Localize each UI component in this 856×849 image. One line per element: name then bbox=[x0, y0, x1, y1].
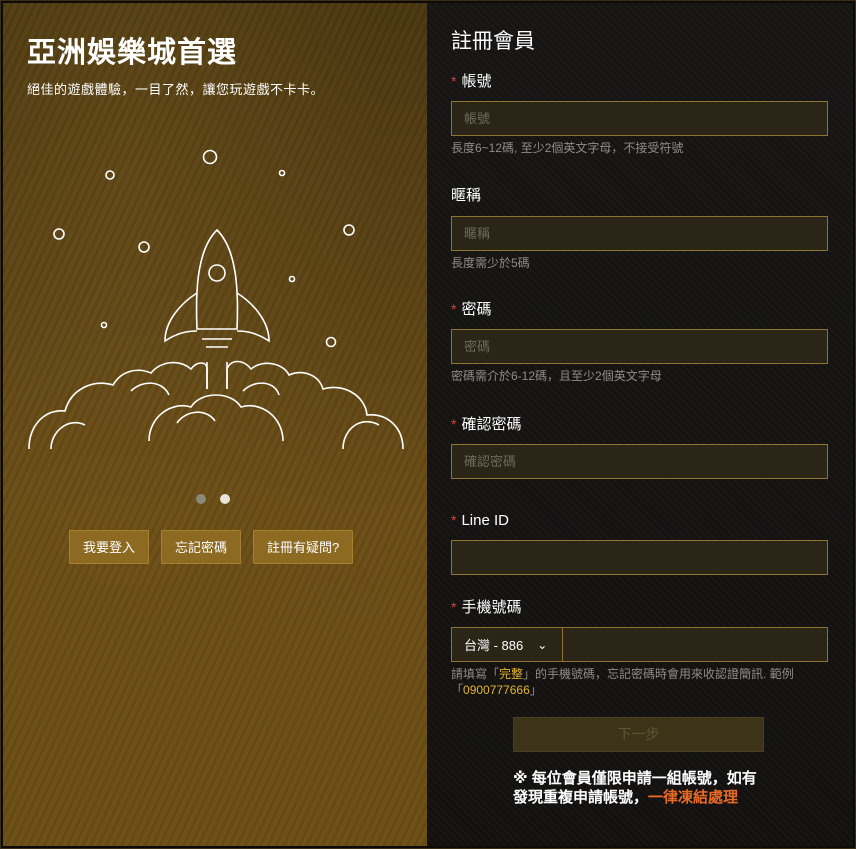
promo-subtitle: 絕佳的遊戲體驗，一目了然，讓您玩遊戲不卡卡。 bbox=[27, 82, 325, 97]
star-icon bbox=[53, 228, 65, 240]
registration-notice: ※ 每位會員僅限申請一組帳號，如有發現重複申請帳號，一律凍結處理 bbox=[513, 770, 757, 806]
star-icon bbox=[343, 224, 355, 236]
nickname-input[interactable] bbox=[451, 216, 828, 251]
password-label: 密碼 bbox=[461, 301, 492, 318]
account-label: 帳號 bbox=[461, 73, 492, 90]
phone-input[interactable] bbox=[563, 627, 828, 662]
country-code-value: 台灣 - 886 bbox=[464, 638, 524, 653]
account-hint: 長度6~12碼, 至少2個英文字母，不接受符號 bbox=[451, 141, 684, 155]
password-field: * 密碼 密碼需介於6-12碼，且至少2個英文字母 bbox=[451, 299, 828, 384]
phone-label: 手機號碼 bbox=[461, 599, 522, 616]
auth-links: 我要登入 忘記密碼 註冊有疑問? bbox=[69, 530, 354, 564]
star-icon bbox=[100, 321, 108, 329]
star-icon bbox=[288, 275, 296, 283]
nickname-field: 暱稱 長度需少於5碼 bbox=[451, 186, 828, 271]
carousel-indicators bbox=[196, 494, 230, 504]
required-mark: * bbox=[451, 599, 457, 615]
confirm-password-input[interactable] bbox=[451, 444, 828, 479]
confirm-password-label: 確認密碼 bbox=[461, 416, 522, 433]
nickname-label: 暱稱 bbox=[451, 187, 482, 204]
line-id-input[interactable] bbox=[451, 540, 828, 575]
promo-title: 亞洲娛樂城首選 bbox=[27, 37, 238, 69]
promo-panel: 亞洲娛樂城首選 絕佳的遊戲體驗，一目了然，讓您玩遊戲不卡卡。 我要登入 忘記密碼… bbox=[3, 3, 427, 846]
password-hint: 密碼需介於6-12碼，且至少2個英文字母 bbox=[451, 369, 662, 383]
phone-hint-emphasis: 完整 bbox=[499, 667, 524, 681]
country-code-select[interactable]: 台灣 - 886 ⌄ bbox=[451, 627, 563, 662]
freeze-warning: 一律凍結處理 bbox=[648, 789, 739, 806]
line-id-label: Line ID bbox=[461, 512, 509, 529]
nickname-hint: 長度需少於5碼 bbox=[451, 256, 530, 270]
phone-hint: 請填寫「完整」的手機號碼，忘記密碼時會用來收認證簡訊. 範例「090077766… bbox=[451, 667, 794, 697]
carousel-dot-active[interactable] bbox=[220, 494, 230, 504]
register-form-panel: 註冊會員 *帳號 長度6~12碼, 至少2個英文字母，不接受符號 暱稱 長度需少… bbox=[427, 3, 853, 846]
star-icon bbox=[278, 169, 286, 177]
phone-hint-example: 0900777666 bbox=[463, 683, 530, 697]
required-mark: * bbox=[451, 512, 457, 528]
star-icon bbox=[105, 170, 115, 180]
phone-row: 台灣 - 886 ⌄ bbox=[451, 627, 828, 662]
line-id-field: * Line ID bbox=[451, 510, 828, 575]
login-button[interactable]: 我要登入 bbox=[69, 530, 150, 564]
account-field: *帳號 長度6~12碼, 至少2個英文字母，不接受符號 bbox=[451, 71, 828, 156]
confirm-password-field: * 確認密碼 bbox=[451, 414, 828, 479]
required-mark: * bbox=[451, 73, 457, 89]
account-input[interactable] bbox=[451, 101, 828, 136]
chevron-down-icon: ⌄ bbox=[537, 637, 548, 652]
rocket-icon bbox=[164, 228, 270, 389]
required-mark: * bbox=[451, 301, 457, 317]
required-mark: * bbox=[451, 416, 457, 432]
password-input[interactable] bbox=[451, 329, 828, 364]
cloud-icon bbox=[28, 360, 404, 450]
phone-field: * 手機號碼 台灣 - 886 ⌄ 請填寫「完整」的手機號碼，忘記密碼時會用來收認… bbox=[451, 597, 828, 698]
rocket-launch-illustration bbox=[28, 149, 404, 450]
star-icon bbox=[138, 241, 150, 253]
next-step-button[interactable]: 下一步 bbox=[513, 717, 764, 752]
forgot-password-button[interactable]: 忘記密碼 bbox=[161, 530, 242, 564]
registration-help-button[interactable]: 註冊有疑問? bbox=[253, 530, 354, 564]
carousel-dot[interactable] bbox=[196, 494, 206, 504]
form-title: 註冊會員 bbox=[451, 30, 535, 53]
star-icon bbox=[325, 336, 337, 348]
star-icon bbox=[202, 149, 218, 165]
